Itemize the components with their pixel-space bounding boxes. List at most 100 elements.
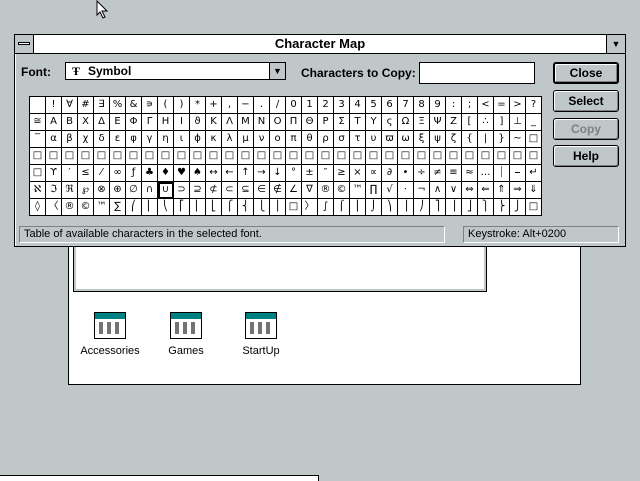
char-cell[interactable]: ∧	[430, 182, 446, 199]
char-cell[interactable]: ~	[510, 131, 526, 148]
char-cell[interactable]: σ	[334, 131, 350, 148]
char-cell[interactable]: &	[126, 97, 142, 114]
char-cell[interactable]: ϕ	[190, 131, 206, 148]
char-cell[interactable]: ⊄	[206, 182, 222, 199]
char-cell[interactable]: 0	[286, 97, 302, 114]
char-cell[interactable]: ⊗	[94, 182, 110, 199]
char-cell[interactable]: ζ	[446, 131, 462, 148]
char-cell[interactable]: >	[510, 97, 526, 114]
char-cell[interactable]: ⎦	[462, 199, 478, 216]
accessories-group-icon[interactable]: Accessories	[75, 312, 145, 357]
char-cell[interactable]: ς	[382, 114, 398, 131]
title-bar[interactable]: Character Map ▼	[15, 35, 625, 54]
char-cell[interactable]: 〉	[302, 199, 318, 216]
char-cell[interactable]: Β	[62, 114, 78, 131]
char-cell[interactable]: ∞	[110, 165, 126, 182]
char-cell[interactable]: ⎪	[270, 199, 286, 216]
char-cell[interactable]: ⎧	[222, 199, 238, 216]
char-cell[interactable]: ♥	[174, 165, 190, 182]
char-cell[interactable]: □	[334, 148, 350, 165]
char-cell[interactable]: ↵	[526, 165, 542, 182]
char-cell[interactable]: ⎫	[478, 199, 494, 216]
char-cell[interactable]: ⎥	[446, 199, 462, 216]
char-cell[interactable]: 8	[414, 97, 430, 114]
char-cell[interactable]: Ν	[254, 114, 270, 131]
char-cell[interactable]: %	[110, 97, 126, 114]
char-cell[interactable]: <	[478, 97, 494, 114]
char-cell[interactable]: ♦	[158, 165, 174, 182]
char-cell[interactable]: ©	[78, 199, 94, 216]
char-cell[interactable]: 5	[366, 97, 382, 114]
char-cell[interactable]: ⊆	[238, 182, 254, 199]
char-cell[interactable]: ⊃	[174, 182, 190, 199]
char-cell[interactable]: 3	[334, 97, 350, 114]
char-cell[interactable]: }	[494, 131, 510, 148]
char-cell[interactable]: ∠	[286, 182, 302, 199]
char-cell[interactable]: |	[478, 131, 494, 148]
char-cell[interactable]: ◊	[30, 199, 46, 216]
char-cell[interactable]: □	[494, 148, 510, 165]
char-cell[interactable]: ↔	[206, 165, 222, 182]
char-cell[interactable]: ℵ	[30, 182, 46, 199]
char-cell[interactable]: ⊕	[110, 182, 126, 199]
char-cell[interactable]: ⎮	[350, 199, 366, 216]
char-cell[interactable]: χ	[78, 131, 94, 148]
font-dropdown[interactable]: Ŧ Symbol ▼	[65, 62, 286, 80]
char-cell[interactable]: ÷	[414, 165, 430, 182]
char-cell[interactable]: Κ	[206, 114, 222, 131]
char-cell[interactable]: ⇑	[494, 182, 510, 199]
char-cell[interactable]: □	[526, 131, 542, 148]
char-cell[interactable]: ±	[302, 165, 318, 182]
char-cell[interactable]: □	[142, 148, 158, 165]
char-cell[interactable]: ™	[94, 199, 110, 216]
char-cell[interactable]: γ	[142, 131, 158, 148]
char-cell[interactable]: ϒ	[46, 165, 62, 182]
char-cell[interactable]: □	[350, 148, 366, 165]
char-cell[interactable]: □	[126, 148, 142, 165]
char-cell[interactable]: κ	[206, 131, 222, 148]
char-cell[interactable]: ↓	[270, 165, 286, 182]
char-cell[interactable]: …	[478, 165, 494, 182]
char-cell[interactable]: •	[398, 165, 414, 182]
char-cell[interactable]: Τ	[350, 114, 366, 131]
char-cell[interactable]: ©	[334, 182, 350, 199]
startup-group-icon[interactable]: StartUp	[226, 312, 296, 357]
char-cell[interactable]: ϖ	[382, 131, 398, 148]
char-cell[interactable]: η	[158, 131, 174, 148]
char-cell[interactable]: 9	[430, 97, 446, 114]
char-cell[interactable]: □	[254, 148, 270, 165]
system-menu-button[interactable]	[15, 35, 34, 53]
char-cell[interactable]: ⇓	[526, 182, 542, 199]
char-cell[interactable]: ®	[62, 199, 78, 216]
char-cell[interactable]: Υ	[366, 114, 382, 131]
char-cell[interactable]: Ο	[270, 114, 286, 131]
char-cell[interactable]: Μ	[238, 114, 254, 131]
char-cell[interactable]: ′	[62, 165, 78, 182]
char-cell[interactable]: □	[286, 148, 302, 165]
char-cell[interactable]: ⎤	[430, 199, 446, 216]
char-cell[interactable]: ⎟	[398, 199, 414, 216]
char-cell[interactable]: ο	[270, 131, 286, 148]
char-cell[interactable]: ∍	[142, 97, 158, 114]
char-cell[interactable]: Ξ	[414, 114, 430, 131]
char-cell[interactable]: ∀	[62, 97, 78, 114]
char-cell[interactable]: ∇	[302, 182, 318, 199]
char-cell[interactable]: □	[302, 148, 318, 165]
char-cell[interactable]: ρ	[318, 131, 334, 148]
char-cell[interactable]: □	[222, 148, 238, 165]
char-cell[interactable]: □	[206, 148, 222, 165]
char-cell[interactable]: 2	[318, 97, 334, 114]
characters-to-copy-input[interactable]	[419, 62, 535, 84]
char-cell[interactable]: □	[94, 148, 110, 165]
char-cell[interactable]: 1	[302, 97, 318, 114]
char-cell[interactable]: β	[62, 131, 78, 148]
char-cell[interactable]: ⎯	[510, 165, 526, 182]
char-cell[interactable]: Σ	[334, 114, 350, 131]
char-cell[interactable]: ⊥	[510, 114, 526, 131]
char-cell[interactable]: Γ	[142, 114, 158, 131]
char-cell[interactable]: [	[462, 114, 478, 131]
char-cell[interactable]: ⎝	[158, 199, 174, 216]
char-cell[interactable]: ×	[350, 165, 366, 182]
character-grid[interactable]: ! ∀ # ∃% & ∍() * +, −./0 1 2 3 4 5 6 7 8 9:; < = >? ≅ Α Β Χ Δ Ε Φ Γ Η…	[29, 96, 542, 216]
char-cell[interactable]: □	[158, 148, 174, 165]
